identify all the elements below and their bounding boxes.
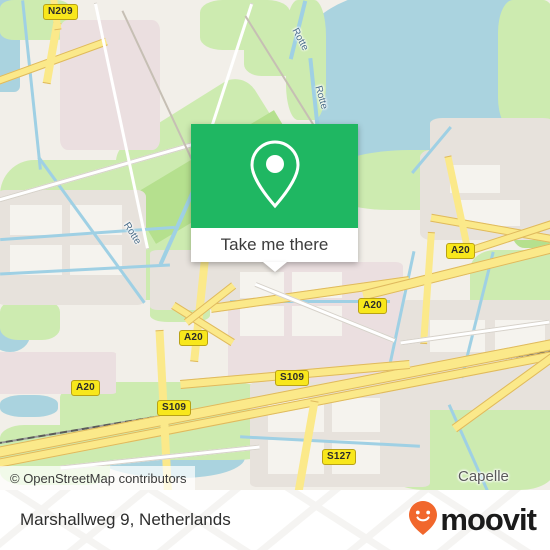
destination-callout-card[interactable]: Take me there — [191, 124, 358, 272]
builtup-center-north — [60, 20, 160, 150]
moovit-map-page: N209 A20 A20 A20 A20 S109 S109 S127 Rott… — [0, 0, 550, 550]
callout-tail — [262, 262, 287, 272]
osm-attribution-text: © OpenStreetMap contributors — [10, 470, 187, 486]
callout-pin-area — [191, 124, 358, 228]
green-lake-shore-e — [498, 0, 550, 130]
map-canvas[interactable]: N209 A20 A20 A20 A20 S109 S109 S127 Rott… — [0, 0, 550, 490]
footer-bar: Marshallweg 9, Netherlands moovit — [0, 490, 550, 550]
road-shield[interactable]: A20 — [179, 330, 208, 346]
road-shield[interactable]: N209 — [43, 4, 78, 20]
moovit-wordmark: moovit — [440, 502, 537, 537]
water-pond-mid — [0, 395, 58, 417]
moovit-pin-icon — [408, 500, 438, 541]
block-k — [10, 205, 62, 235]
map-pin-icon — [246, 138, 304, 215]
osm-attribution[interactable]: © OpenStreetMap contributors — [0, 466, 195, 490]
road-shield[interactable]: A20 — [71, 380, 100, 396]
take-me-there-label: Take me there — [220, 235, 329, 254]
road-shield[interactable]: S127 — [322, 449, 357, 465]
address-text: Marshallweg 9, Netherlands — [20, 510, 231, 529]
address-label: Marshallweg 9, Netherlands — [20, 490, 231, 550]
road-shield[interactable]: A20 — [446, 243, 475, 259]
moovit-logo[interactable]: moovit — [408, 490, 537, 550]
block-f — [332, 398, 380, 432]
green-patch-midleft — [0, 300, 60, 340]
block-c — [240, 306, 284, 336]
road-shield[interactable]: A20 — [358, 298, 387, 314]
block-g — [268, 440, 324, 474]
place-label-capelle: Capelle — [458, 468, 509, 485]
road-shield[interactable]: S109 — [275, 370, 310, 386]
road-shield[interactable]: S109 — [157, 400, 192, 416]
take-me-there-button[interactable]: Take me there — [191, 228, 358, 262]
